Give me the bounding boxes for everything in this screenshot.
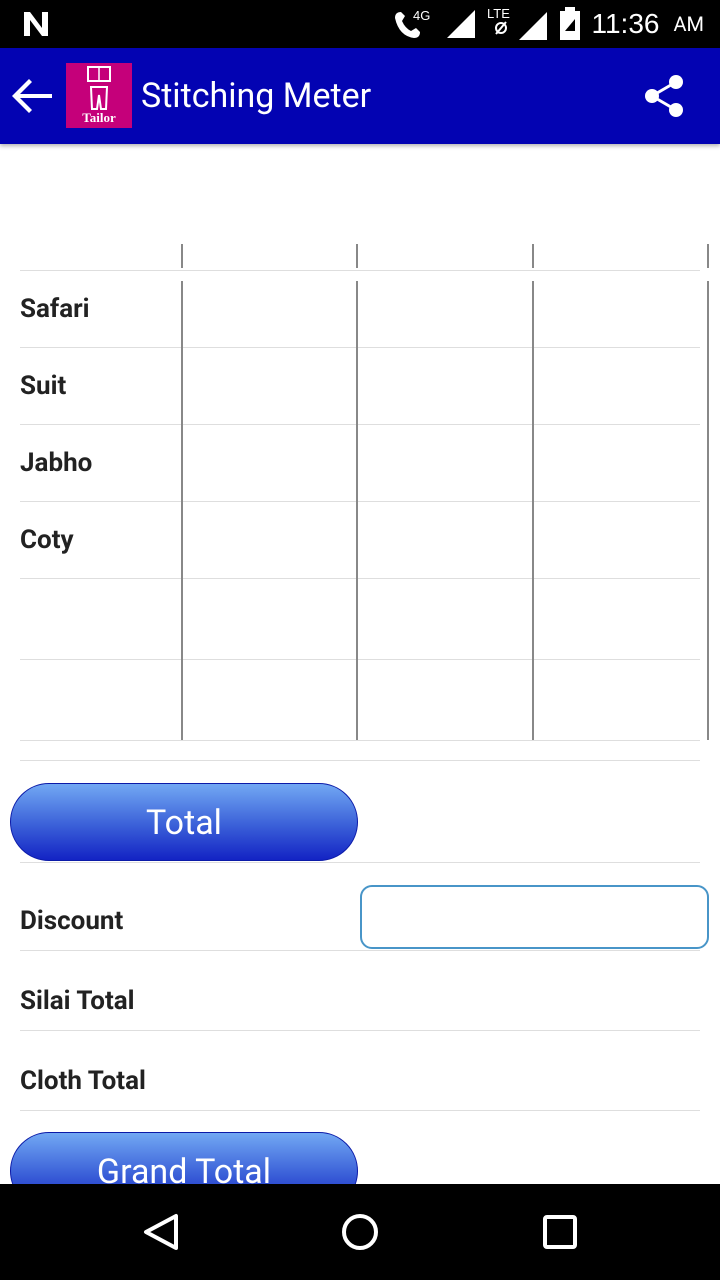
column-divider [707, 244, 709, 268]
table-row [20, 589, 700, 660]
logo-label: Tailor [82, 110, 116, 125]
cell-input-safari-3[interactable] [538, 281, 704, 347]
phone-signal-icon: 4G [395, 8, 431, 38]
column-divider [356, 244, 358, 268]
row-label-coty: Coty [20, 525, 74, 555]
share-icon[interactable] [640, 72, 688, 120]
back-arrow-icon[interactable] [8, 72, 56, 120]
cell-input-safari-2[interactable] [362, 281, 528, 347]
column-divider [532, 244, 534, 268]
column-divider [181, 244, 183, 268]
notification-n-icon [24, 12, 48, 36]
back-nav-icon[interactable] [140, 1212, 180, 1252]
status-icons: 4G LTE 11:36 AM [391, 0, 704, 48]
clock-ampm: AM [673, 12, 704, 36]
cloth-total-label: Cloth Total [20, 1066, 146, 1096]
section-divider [20, 940, 700, 951]
table-footer-divider [20, 750, 700, 761]
tailor-logo: Tailor [66, 63, 132, 128]
discount-label: Discount [20, 906, 124, 936]
table-row [20, 435, 700, 502]
battery-icon [560, 7, 581, 40]
main-content: Safari Suit Jabho Coty Total Discount Si… [0, 144, 720, 1184]
section-divider [20, 852, 700, 863]
clock-time: 11:36 [591, 8, 660, 39]
column-divider [707, 281, 709, 740]
table-row [20, 670, 700, 741]
table-row [20, 358, 700, 425]
row-label-suit: Suit [20, 371, 67, 401]
shirt-pants-icon [87, 66, 111, 110]
column-divider [532, 281, 534, 740]
home-nav-icon[interactable] [340, 1212, 380, 1252]
signal-icon [447, 10, 476, 38]
column-divider [356, 281, 358, 740]
grand-total-button[interactable]: Grand Total [10, 1132, 358, 1184]
table-row [20, 512, 700, 579]
row-label-jabho: Jabho [20, 448, 93, 478]
total-button[interactable]: Total [10, 783, 358, 861]
status-bar: 4G LTE 11:36 AM [0, 0, 720, 48]
silai-total-label: Silai Total [20, 986, 135, 1016]
system-nav-bar [0, 1184, 720, 1280]
svg-text:LTE: LTE [487, 6, 510, 21]
app-toolbar: Tailor Stitching Meter [0, 48, 720, 144]
svg-text:4G: 4G [413, 8, 430, 23]
cell-input-safari-1[interactable] [186, 281, 352, 347]
table-header-row [20, 244, 700, 271]
page-title: Stitching Meter [141, 76, 372, 116]
row-label-safari: Safari [20, 294, 90, 324]
section-divider [20, 1100, 700, 1111]
lte-signal-icon: LTE [487, 6, 548, 40]
column-divider [181, 281, 183, 740]
section-divider [20, 1020, 700, 1031]
recents-nav-icon[interactable] [540, 1212, 580, 1252]
